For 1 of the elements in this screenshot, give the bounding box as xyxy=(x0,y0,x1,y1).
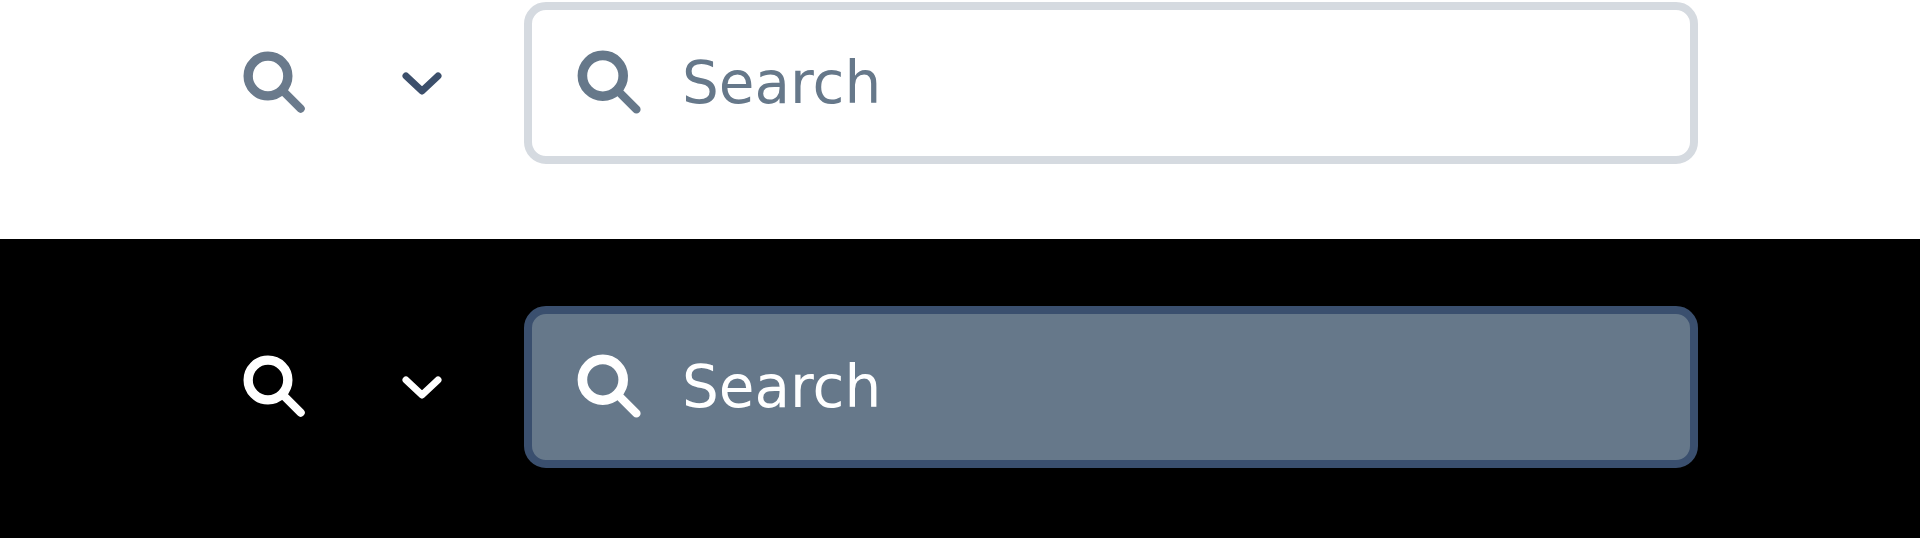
search-field[interactable]: Search xyxy=(524,306,1698,468)
